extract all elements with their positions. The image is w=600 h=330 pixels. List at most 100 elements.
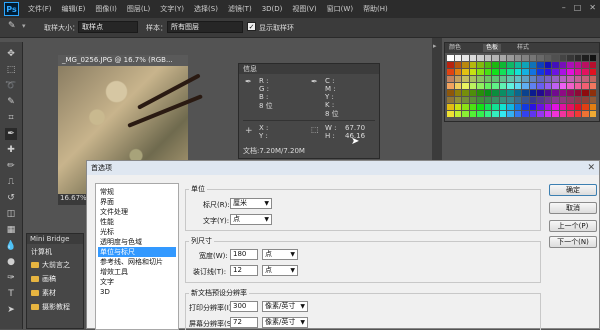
menu-window[interactable]: 窗口(W) <box>327 4 353 14</box>
color-swatch[interactable] <box>454 69 461 75</box>
folder-item[interactable]: 摄影教程 <box>31 302 70 312</box>
color-swatch[interactable] <box>462 104 469 110</box>
color-swatch[interactable] <box>544 69 551 75</box>
color-swatch[interactable] <box>462 90 469 96</box>
color-swatch[interactable] <box>522 90 529 96</box>
gutter-input[interactable]: 12 <box>230 265 258 276</box>
color-swatch[interactable] <box>499 111 506 117</box>
menu-type[interactable]: 文字(Y) <box>160 4 184 14</box>
color-swatch[interactable] <box>499 62 506 68</box>
color-swatch[interactable] <box>574 104 581 110</box>
previous-button[interactable]: 上一个(P) <box>549 220 597 232</box>
color-swatch[interactable] <box>559 90 566 96</box>
color-swatch[interactable] <box>454 62 461 68</box>
color-swatch[interactable] <box>507 104 514 110</box>
color-swatch[interactable] <box>552 62 559 68</box>
color-swatch[interactable] <box>529 69 536 75</box>
color-swatch[interactable] <box>477 104 484 110</box>
color-swatch[interactable] <box>559 69 566 75</box>
color-swatch[interactable] <box>477 111 484 117</box>
type-units-select[interactable]: 点 ▼ <box>230 214 272 225</box>
category-type[interactable]: 文字 <box>98 277 176 287</box>
color-swatch[interactable] <box>484 104 491 110</box>
color-swatch[interactable] <box>469 55 476 61</box>
color-swatch[interactable] <box>507 69 514 75</box>
menu-file[interactable]: 文件(F) <box>28 4 52 14</box>
color-swatch[interactable] <box>462 55 469 61</box>
color-swatch[interactable] <box>567 83 574 89</box>
color-swatch[interactable] <box>589 83 596 89</box>
color-swatch[interactable] <box>522 62 529 68</box>
color-swatch[interactable] <box>469 69 476 75</box>
color-swatch[interactable] <box>477 55 484 61</box>
color-swatch[interactable] <box>537 83 544 89</box>
color-swatch[interactable] <box>447 83 454 89</box>
color-swatch[interactable] <box>537 111 544 117</box>
color-swatch[interactable] <box>499 69 506 75</box>
path-select-icon[interactable]: ➤ <box>5 304 17 316</box>
color-swatch[interactable] <box>529 97 536 103</box>
color-swatch[interactable] <box>589 76 596 82</box>
sample-size-select[interactable]: 取样点 <box>78 21 138 33</box>
category-plugins[interactable]: 增效工具 <box>98 267 176 277</box>
menu-layer[interactable]: 图层(L) <box>127 4 150 14</box>
category-general[interactable]: 常规 <box>98 187 176 197</box>
category-transparency[interactable]: 透明度与色域 <box>98 237 176 247</box>
color-swatch[interactable] <box>499 55 506 61</box>
color-swatch[interactable] <box>499 97 506 103</box>
color-swatch[interactable] <box>574 55 581 61</box>
mini-bridge-tab[interactable]: Mini Bridge <box>27 234 83 244</box>
cancel-button[interactable]: 取消 <box>549 202 597 214</box>
width-input[interactable]: 180 <box>230 249 258 260</box>
color-swatch[interactable] <box>522 97 529 103</box>
color-swatch[interactable] <box>514 97 521 103</box>
color-swatch[interactable] <box>477 97 484 103</box>
color-swatch[interactable] <box>552 69 559 75</box>
color-swatch[interactable] <box>559 62 566 68</box>
color-swatch[interactable] <box>492 111 499 117</box>
color-swatch[interactable] <box>559 76 566 82</box>
color-swatch[interactable] <box>462 111 469 117</box>
color-swatch[interactable] <box>559 97 566 103</box>
color-swatch[interactable] <box>477 76 484 82</box>
color-swatch[interactable] <box>574 90 581 96</box>
color-swatch[interactable] <box>469 97 476 103</box>
color-swatch[interactable] <box>589 55 596 61</box>
color-swatch[interactable] <box>462 69 469 75</box>
color-swatch[interactable] <box>529 83 536 89</box>
menu-select[interactable]: 选择(S) <box>194 4 218 14</box>
zoom-level[interactable]: 16.67% <box>60 194 87 202</box>
color-swatch[interactable] <box>492 69 499 75</box>
document-tab[interactable]: _MG_0256.JPG @ 16.7% (RGB... <box>58 55 188 66</box>
color-swatch[interactable] <box>492 76 499 82</box>
color-swatch[interactable] <box>507 97 514 103</box>
color-swatch[interactable] <box>552 90 559 96</box>
color-swatch[interactable] <box>469 104 476 110</box>
color-swatch[interactable] <box>447 111 454 117</box>
color-swatch[interactable] <box>537 97 544 103</box>
color-swatch[interactable] <box>477 90 484 96</box>
color-swatch[interactable] <box>454 83 461 89</box>
eyedropper-icon[interactable]: ✎ <box>8 21 16 31</box>
color-swatch[interactable] <box>447 55 454 61</box>
lasso-tool-icon[interactable]: ➰ <box>5 80 17 92</box>
color-swatch[interactable] <box>589 69 596 75</box>
color-swatch[interactable] <box>447 104 454 110</box>
category-interface[interactable]: 界面 <box>98 197 176 207</box>
ok-button[interactable]: 确定 <box>549 184 597 196</box>
clone-stamp-icon[interactable]: ⎍ <box>5 176 17 188</box>
color-swatch[interactable] <box>537 62 544 68</box>
color-swatch[interactable] <box>582 55 589 61</box>
color-swatch[interactable] <box>529 111 536 117</box>
color-swatch[interactable] <box>589 104 596 110</box>
tab-styles[interactable]: 样式 <box>517 44 529 52</box>
color-swatch[interactable] <box>484 55 491 61</box>
color-swatch[interactable] <box>567 69 574 75</box>
color-swatch[interactable] <box>574 83 581 89</box>
tab-swatches[interactable]: 色板 <box>483 44 502 52</box>
color-swatch[interactable] <box>477 69 484 75</box>
ruler-select[interactable]: 厘米 ▼ <box>230 198 272 209</box>
eyedropper-tool-icon[interactable]: ✒ <box>5 128 17 140</box>
color-swatch[interactable] <box>469 76 476 82</box>
color-swatch[interactable] <box>499 104 506 110</box>
